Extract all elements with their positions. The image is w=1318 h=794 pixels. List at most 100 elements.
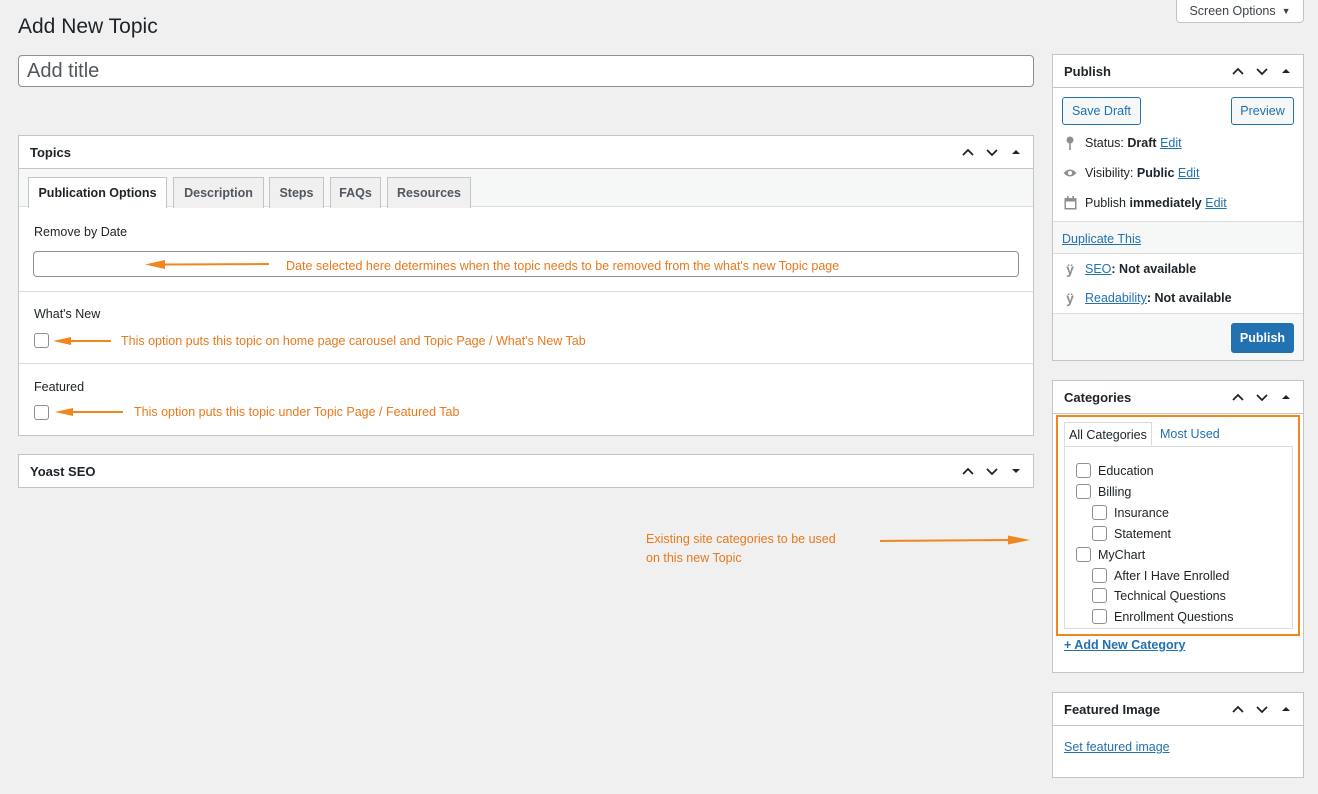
visibility-value: Public bbox=[1136, 166, 1175, 180]
move-up-icon[interactable] bbox=[1227, 60, 1249, 82]
whats-new-checkbox[interactable] bbox=[34, 333, 49, 348]
category-checkbox[interactable] bbox=[1092, 609, 1107, 624]
category-label: Education bbox=[1098, 463, 1154, 478]
publish-label: Publish bbox=[1085, 196, 1126, 210]
category-statement[interactable]: Statement bbox=[1092, 526, 1171, 541]
toggle-panel-icon[interactable] bbox=[1275, 386, 1297, 408]
featured-image-box: Featured Image Set featured image bbox=[1052, 692, 1304, 778]
whats-new-label: What's New bbox=[34, 307, 101, 321]
visibility-row: Visibility: Public Edit bbox=[1063, 166, 1199, 180]
save-draft-button[interactable]: Save Draft bbox=[1062, 97, 1141, 125]
readability-value: : Not available bbox=[1146, 291, 1232, 305]
toggle-panel-icon[interactable] bbox=[1275, 60, 1297, 82]
category-checklist: Education Billing Insurance Statement My… bbox=[1064, 446, 1293, 629]
topics-box-header: Topics bbox=[19, 136, 1033, 169]
divider bbox=[19, 291, 1033, 292]
tab-all-categories-label: All Categories bbox=[1069, 428, 1147, 442]
category-label: MyChart bbox=[1098, 547, 1146, 562]
caret-down-icon: ▼ bbox=[1281, 6, 1291, 16]
seo-link[interactable]: SEO bbox=[1085, 262, 1111, 276]
tab-faqs[interactable]: FAQs bbox=[330, 177, 381, 208]
featured-label: Featured bbox=[34, 380, 85, 394]
screen-options-button[interactable]: Screen Options ▼ bbox=[1176, 0, 1304, 23]
tab-description[interactable]: Description bbox=[173, 177, 264, 208]
tab-steps[interactable]: Steps bbox=[269, 177, 324, 208]
edit-visibility-link[interactable]: Edit bbox=[1178, 166, 1200, 180]
add-new-category-link[interactable]: + Add New Category bbox=[1064, 638, 1185, 652]
category-checkbox[interactable] bbox=[1092, 588, 1107, 603]
title-input[interactable] bbox=[18, 55, 1034, 87]
category-checkbox[interactable] bbox=[1076, 547, 1091, 562]
arrow-left-icon bbox=[145, 260, 269, 269]
category-checkbox[interactable] bbox=[1076, 484, 1091, 499]
yoast-seo-box-header[interactable]: Yoast SEO bbox=[19, 455, 1033, 487]
arrow-left-icon bbox=[53, 337, 111, 345]
publish-box: Publish Save Draft Preview Status: Draft… bbox=[1052, 54, 1304, 361]
arrow-left-icon bbox=[55, 408, 123, 416]
toggle-panel-icon[interactable] bbox=[1005, 141, 1027, 163]
yoast-icon: ÿ bbox=[1066, 261, 1074, 277]
tab-resources[interactable]: Resources bbox=[387, 177, 471, 208]
move-up-icon[interactable] bbox=[957, 460, 979, 482]
featured-image-box-title: Featured Image bbox=[1064, 701, 1161, 717]
readability-link[interactable]: Readability bbox=[1085, 291, 1147, 305]
category-checkbox[interactable] bbox=[1092, 526, 1107, 541]
category-checkbox[interactable] bbox=[1092, 505, 1107, 520]
categories-box: Categories All Categories Most Used Educ… bbox=[1052, 380, 1304, 673]
categories-box-title: Categories bbox=[1064, 389, 1132, 405]
move-down-icon[interactable] bbox=[981, 460, 1003, 482]
publish-value: immediately bbox=[1129, 196, 1202, 210]
divider bbox=[19, 363, 1033, 364]
category-after-i-have-enrolled[interactable]: After I Have Enrolled bbox=[1092, 568, 1229, 583]
arrow-right-icon bbox=[880, 535, 1030, 545]
category-education[interactable]: Education bbox=[1076, 463, 1154, 478]
toggle-panel-icon[interactable] bbox=[1005, 460, 1027, 482]
category-technical-questions[interactable]: Technical Questions bbox=[1092, 588, 1226, 603]
publish-button[interactable]: Publish bbox=[1231, 323, 1294, 353]
move-down-icon[interactable] bbox=[1251, 386, 1273, 408]
date-annotation: Date selected here determines when the t… bbox=[286, 259, 840, 273]
set-featured-image-link[interactable]: Set featured image bbox=[1064, 740, 1170, 754]
category-checkbox[interactable] bbox=[1092, 568, 1107, 583]
category-label: Technical Questions bbox=[1114, 588, 1226, 603]
duplicate-this-link[interactable]: Duplicate This bbox=[1062, 232, 1141, 246]
category-label: Statement bbox=[1114, 526, 1171, 541]
duplicate-section: Duplicate This bbox=[1053, 221, 1303, 254]
move-down-icon[interactable] bbox=[1251, 60, 1273, 82]
readability-row: ÿ Readability: Not available bbox=[1063, 290, 1232, 306]
move-up-icon[interactable] bbox=[1227, 698, 1249, 720]
categories-annotation-line2: on this new Topic bbox=[646, 551, 742, 565]
move-up-icon[interactable] bbox=[1227, 386, 1249, 408]
page-title: Add New Topic bbox=[18, 15, 158, 38]
edit-publish-date-link[interactable]: Edit bbox=[1205, 196, 1227, 210]
seo-value: : Not available bbox=[1111, 262, 1197, 276]
whats-new-annotation: This option puts this topic on home page… bbox=[121, 334, 586, 348]
yoast-icon: ÿ bbox=[1066, 290, 1074, 306]
category-enrollment-questions[interactable]: Enrollment Questions bbox=[1092, 609, 1234, 624]
yoast-seo-box-title: Yoast SEO bbox=[30, 463, 96, 479]
category-mychart[interactable]: MyChart bbox=[1076, 547, 1145, 562]
move-up-icon[interactable] bbox=[957, 141, 979, 163]
categories-box-header: Categories bbox=[1053, 381, 1303, 414]
move-down-icon[interactable] bbox=[1251, 698, 1273, 720]
tab-most-used[interactable]: Most Used bbox=[1160, 427, 1220, 441]
visibility-label: Visibility: bbox=[1085, 166, 1134, 180]
category-checkbox[interactable] bbox=[1076, 463, 1091, 478]
edit-status-link[interactable]: Edit bbox=[1160, 136, 1182, 150]
yoast-seo-box: Yoast SEO bbox=[18, 454, 1034, 488]
featured-checkbox[interactable] bbox=[34, 405, 49, 420]
preview-button[interactable]: Preview bbox=[1231, 97, 1294, 125]
category-billing[interactable]: Billing bbox=[1076, 484, 1131, 499]
screen-options-label: Screen Options bbox=[1189, 4, 1276, 18]
tab-all-categories[interactable]: All Categories bbox=[1064, 422, 1152, 446]
featured-annotation: This option puts this topic under Topic … bbox=[134, 405, 460, 419]
toggle-panel-icon[interactable] bbox=[1275, 698, 1297, 720]
move-down-icon[interactable] bbox=[981, 141, 1003, 163]
topics-tab-bar: Publication Options Description Steps FA… bbox=[19, 169, 1033, 208]
featured-image-box-header: Featured Image bbox=[1053, 693, 1303, 726]
seo-row: ÿ SEO: Not available bbox=[1063, 261, 1197, 277]
category-label: Enrollment Questions bbox=[1114, 609, 1234, 624]
category-insurance[interactable]: Insurance bbox=[1092, 505, 1169, 520]
tab-publication-options[interactable]: Publication Options bbox=[28, 177, 167, 208]
status-row: Status: Draft Edit bbox=[1063, 136, 1182, 150]
